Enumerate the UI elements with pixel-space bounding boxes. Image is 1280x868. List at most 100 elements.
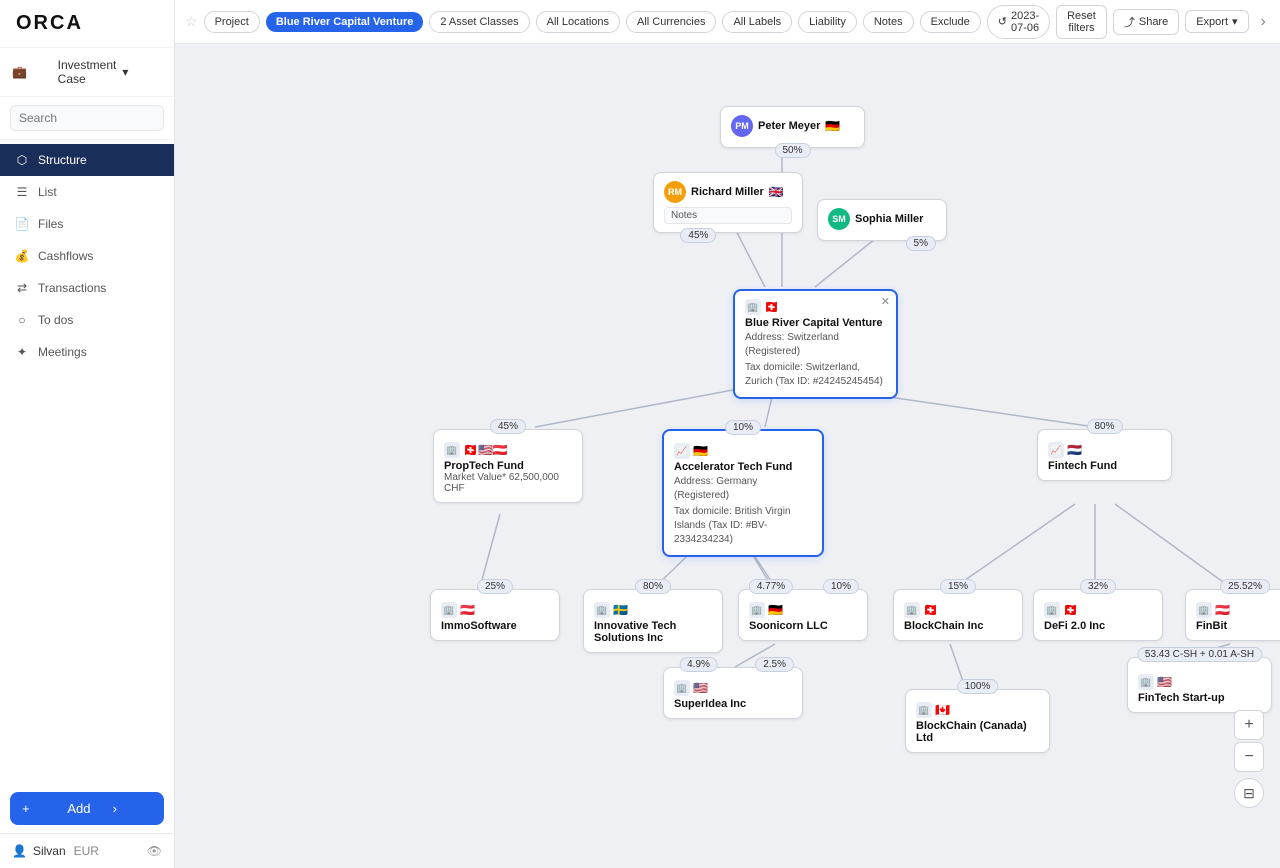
node-richard-miller[interactable]: RM Richard Miller 🇬🇧 Notes 45%	[653, 172, 803, 233]
node-fintech-fund[interactable]: 80% 📈 🇳🇱 Fintech Fund	[1037, 429, 1172, 481]
files-icon: 📄	[14, 216, 30, 232]
node-innovative[interactable]: 80% 🏢 🇸🇪 Innovative Tech Solutions Inc	[583, 589, 723, 653]
filter-currencies[interactable]: All Currencies	[626, 11, 716, 33]
zoom-in-button[interactable]: +	[1234, 710, 1264, 740]
pct-fintech-fund: 80%	[1086, 419, 1122, 434]
user-footer: 👤 Silvan EUR 👁	[0, 833, 174, 868]
building-icon-blue-river: 🏢	[745, 299, 761, 315]
investment-case-selector[interactable]: 💼 Investment Case ▾	[0, 48, 174, 97]
node-superidea[interactable]: 4.9% 2.5% 🏢 🇺🇸 SuperIdea Inc	[663, 667, 803, 719]
sidebar-item-cashflows[interactable]: 💰 Cashflows	[0, 240, 174, 272]
filter-asset-classes[interactable]: 2 Asset Classes	[429, 11, 529, 33]
filter-labels[interactable]: All Labels	[722, 11, 792, 33]
zoom-out-button[interactable]: −	[1234, 742, 1264, 772]
flag-finbit: 🇦🇹	[1215, 603, 1230, 617]
filter-blue-river[interactable]: Blue River Capital Venture	[266, 12, 424, 32]
flag-defi: 🇨🇭	[1063, 603, 1078, 617]
topbar: ☆ Project Blue River Capital Venture 2 A…	[175, 0, 1280, 44]
share-icon: ⤴	[1124, 14, 1135, 30]
pct-richard-miller: 45%	[680, 228, 716, 243]
building-icon-fintech-fund: 📈	[1048, 442, 1064, 458]
shares-fintech-startup: 53.43 C-SH + 0.01 A-SH	[1137, 647, 1262, 662]
app-logo: ORCA	[0, 0, 174, 48]
pct-superidea: 4.9%	[679, 657, 718, 672]
sidebar-item-meetings[interactable]: ✦ Meetings	[0, 336, 174, 368]
node-title-soonicorn: Soonicorn LLC	[749, 620, 857, 632]
sidebar-item-todos[interactable]: ○ To dos	[0, 304, 174, 336]
node-title-peter-meyer: Peter Meyer	[758, 120, 820, 132]
add-button[interactable]: + Add ›	[10, 792, 164, 825]
filter-liability[interactable]: Liability	[798, 11, 857, 33]
node-proptech[interactable]: 45% 🏢 🇨🇭🇺🇸🇦🇹 PropTech Fund Market Value*…	[433, 429, 583, 503]
building-icon-fintech-startup: 🏢	[1138, 674, 1154, 690]
favorite-star-icon[interactable]: ☆	[185, 13, 198, 30]
pct2-superidea: 2.5%	[755, 657, 794, 672]
pct-sophia-miller: 5%	[906, 236, 936, 251]
filter-locations[interactable]: All Locations	[536, 11, 620, 33]
node-accelerator[interactable]: 10% 📈 🇩🇪 Accelerator Tech Fund Address: …	[662, 429, 824, 557]
flag-fintech-fund: 🇳🇱	[1067, 443, 1082, 457]
sidebar-item-files[interactable]: 📄 Files	[0, 208, 174, 240]
cashflows-icon: 💰	[14, 248, 30, 264]
flag-blue-river: 🇨🇭	[764, 300, 779, 314]
node-immo[interactable]: 25% 🏢 🇦🇹 ImmoSoftware	[430, 589, 560, 641]
date-filter[interactable]: ↺ 2023-07-06	[987, 5, 1050, 39]
node-peter-meyer[interactable]: PM Peter Meyer 🇩🇪 50%	[720, 106, 865, 148]
share-button[interactable]: ⤴ Share	[1113, 9, 1179, 35]
sidebar-item-transactions[interactable]: ⇄ Transactions	[0, 272, 174, 304]
node-title-accelerator: Accelerator Tech Fund	[674, 461, 812, 473]
node-blockchain-canada[interactable]: 100% 🏢 🇨🇦 BlockChain (Canada) Ltd	[905, 689, 1050, 753]
list-icon: ☰	[14, 184, 30, 200]
node-title-fintech-startup: FinTech Start-up	[1138, 692, 1261, 704]
node-title-blue-river: Blue River Capital Venture	[745, 317, 886, 329]
sidebar-nav: ⬡ Structure ☰ List 📄 Files 💰 Cashflows ⇄…	[0, 140, 174, 784]
search-input[interactable]	[10, 105, 164, 131]
building-icon-blockchain: 🏢	[904, 602, 920, 618]
avatar-sophia-miller: SM	[828, 208, 850, 230]
node-finbit[interactable]: 25.52% 🏢 🇦🇹 FinBit	[1185, 589, 1280, 641]
node-tax-blue-river: Tax domicile: Switzerland, Zurich (Tax I…	[745, 361, 886, 389]
history-icon: ↺	[998, 15, 1007, 28]
node-fintech-startup[interactable]: 53.43 C-SH + 0.01 A-SH 🏢 🇺🇸 FinTech Star…	[1127, 657, 1272, 713]
building-icon-defi: 🏢	[1044, 602, 1060, 618]
pct-finbit: 25.52%	[1220, 579, 1270, 594]
building-icon-accelerator: 📈	[674, 443, 690, 459]
node-soonicorn[interactable]: 4.77% 10% 🏢 🇩🇪 Soonicorn LLC	[738, 589, 868, 641]
map-filter-button[interactable]: ⊟	[1234, 778, 1264, 808]
close-blue-river[interactable]: ✕	[881, 295, 890, 308]
filter-notes[interactable]: Notes	[863, 11, 914, 33]
node-title-defi: DeFi 2.0 Inc	[1044, 620, 1152, 632]
export-button[interactable]: Export ▾	[1185, 10, 1248, 33]
meetings-icon: ✦	[14, 344, 30, 360]
filter-project[interactable]: Project	[204, 11, 260, 33]
node-title-richard-miller: Richard Miller	[691, 186, 764, 198]
eye-icon[interactable]: 👁	[147, 844, 162, 858]
pct-proptech: 45%	[490, 419, 526, 434]
node-blue-river[interactable]: ✕ 🏢 🇨🇭 Blue River Capital Venture Addres…	[733, 289, 898, 399]
sidebar-item-list[interactable]: ☰ List	[0, 176, 174, 208]
node-title-proptech: PropTech Fund	[444, 460, 572, 472]
node-sophia-miller[interactable]: SM Sophia Miller 5%	[817, 199, 947, 241]
building-icon-finbit: 🏢	[1196, 602, 1212, 618]
node-title-innovative: Innovative Tech Solutions Inc	[594, 620, 712, 644]
pct-peter-meyer: 50%	[774, 143, 810, 158]
building-icon-superidea: 🏢	[674, 680, 690, 696]
building-icon-soonicorn: 🏢	[749, 602, 765, 618]
filter-exclude[interactable]: Exclude	[920, 11, 981, 33]
add-chevron-icon: ›	[113, 801, 152, 816]
chevron-down-icon: ▾	[122, 65, 162, 79]
flag-blockchain-canada: 🇨🇦	[935, 703, 950, 717]
sidebar-item-structure[interactable]: ⬡ Structure	[0, 144, 174, 176]
flag-peter-meyer: 🇩🇪	[825, 119, 840, 133]
structure-canvas[interactable]: PM Peter Meyer 🇩🇪 50% RM Richard Miller …	[175, 44, 1280, 868]
pct-immo: 25%	[477, 579, 513, 594]
investment-icon: 💼	[12, 65, 52, 79]
collapse-panel-button[interactable]: ›	[1255, 11, 1272, 33]
node-blockchain[interactable]: 15% 🏢 🇨🇭 BlockChain Inc	[893, 589, 1023, 641]
flag-innovative: 🇸🇪	[613, 603, 628, 617]
structure-icon: ⬡	[14, 152, 30, 168]
node-defi[interactable]: 32% 🏢 🇨🇭 DeFi 2.0 Inc	[1033, 589, 1163, 641]
reset-filters-button[interactable]: Reset filters	[1056, 5, 1107, 39]
pct-innovative: 80%	[635, 579, 671, 594]
node-title-blockchain: BlockChain Inc	[904, 620, 1012, 632]
